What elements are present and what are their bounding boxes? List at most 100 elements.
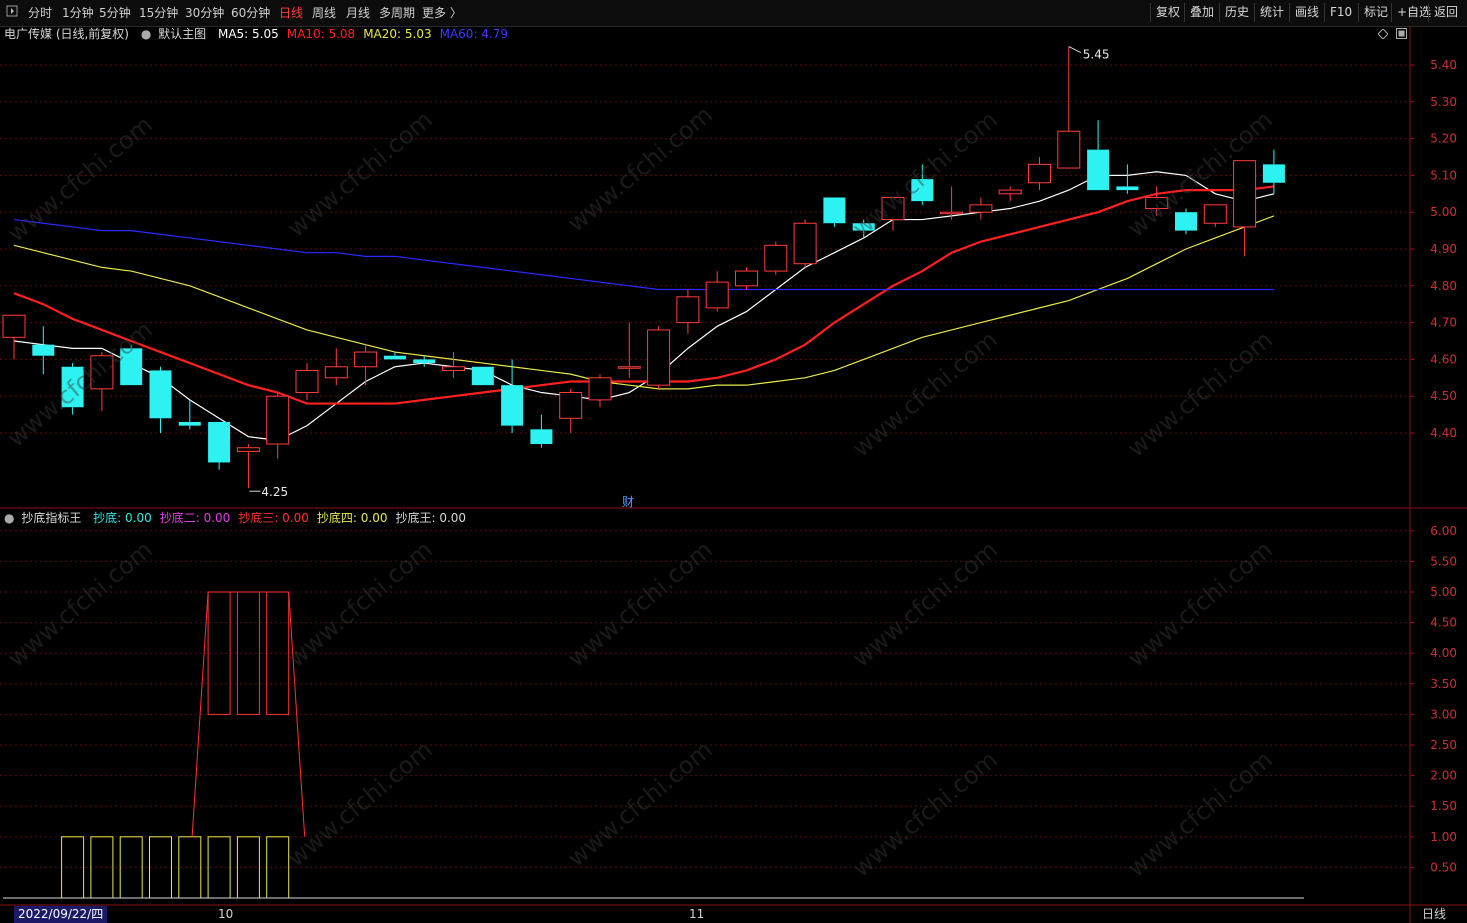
candle-body bbox=[764, 244, 788, 272]
candle bbox=[208, 421, 231, 470]
main-tick-label: 4.60 bbox=[1430, 352, 1457, 366]
candle-body bbox=[1028, 163, 1051, 184]
candle bbox=[2, 314, 26, 360]
candle bbox=[823, 197, 846, 227]
candle bbox=[90, 352, 114, 411]
candle bbox=[647, 326, 671, 389]
indicator-tick-label: 6.00 bbox=[1430, 524, 1457, 538]
candle bbox=[998, 186, 1022, 202]
main-tick-label: 4.80 bbox=[1430, 279, 1457, 293]
month-label-nov: 11 bbox=[689, 907, 705, 921]
candle-body bbox=[178, 421, 201, 426]
candle bbox=[559, 388, 583, 433]
main-tick-label: 4.50 bbox=[1430, 389, 1457, 403]
candle bbox=[881, 196, 905, 231]
finance-marker: 财 bbox=[622, 495, 634, 509]
candle bbox=[266, 392, 290, 459]
candle-body bbox=[940, 211, 964, 215]
candle-body bbox=[295, 369, 319, 394]
indicator-tick-label: 5.00 bbox=[1430, 585, 1457, 599]
candle bbox=[530, 414, 553, 448]
candle bbox=[735, 267, 758, 290]
candle bbox=[120, 344, 143, 386]
candle bbox=[236, 444, 260, 489]
candle-body bbox=[208, 421, 231, 463]
candle bbox=[1233, 160, 1257, 257]
candle-body bbox=[471, 366, 494, 386]
candle-body bbox=[530, 429, 553, 445]
indicator-tick-label: 4.50 bbox=[1430, 616, 1457, 630]
candle-body bbox=[588, 377, 612, 401]
indicator-tick-label: 2.00 bbox=[1430, 769, 1457, 783]
indicator-tick-label: 3.00 bbox=[1430, 707, 1457, 721]
candle-body bbox=[120, 348, 143, 386]
candle-body bbox=[735, 270, 758, 287]
candle-body bbox=[32, 344, 55, 356]
candle bbox=[1028, 157, 1051, 191]
main-tick-label: 5.20 bbox=[1430, 132, 1457, 146]
candle-body bbox=[413, 359, 436, 364]
main-tick-label: 4.40 bbox=[1430, 426, 1457, 440]
candle-body bbox=[998, 189, 1022, 195]
candle bbox=[471, 366, 494, 386]
candle bbox=[413, 355, 436, 367]
indicator-tick-label: 2.50 bbox=[1430, 738, 1457, 752]
main-tick-label: 5.40 bbox=[1430, 58, 1457, 72]
ma-line-ma5 bbox=[13, 171, 1275, 441]
candle-body bbox=[61, 366, 84, 408]
candle-body bbox=[647, 329, 671, 386]
main-tick-label: 4.70 bbox=[1430, 316, 1457, 330]
candle-body bbox=[852, 223, 875, 231]
candle-body bbox=[969, 204, 993, 213]
candle-body bbox=[1233, 160, 1257, 228]
candle-body bbox=[676, 296, 700, 324]
candle-body bbox=[1175, 212, 1197, 231]
candle-body bbox=[1262, 164, 1285, 183]
candle-body bbox=[705, 281, 729, 309]
candle bbox=[501, 359, 524, 433]
candle bbox=[1175, 208, 1197, 235]
indicator-bar-yellow bbox=[178, 836, 202, 899]
candle-body bbox=[793, 222, 817, 265]
high-price-label: 5.45 bbox=[1083, 48, 1110, 62]
indicator-tick-label: 4.00 bbox=[1430, 646, 1457, 660]
candle bbox=[852, 219, 875, 238]
candle bbox=[1087, 120, 1110, 191]
ma-line-ma60 bbox=[13, 218, 1274, 291]
candle-body bbox=[1057, 130, 1081, 169]
candle bbox=[617, 322, 641, 378]
candle-body bbox=[823, 197, 846, 224]
main-tick-label: 5.00 bbox=[1430, 205, 1457, 219]
candle-body bbox=[266, 395, 290, 445]
candle bbox=[793, 219, 817, 268]
month-label-oct: 10 bbox=[218, 907, 234, 921]
main-tick-label: 5.10 bbox=[1430, 168, 1457, 182]
candle bbox=[442, 352, 465, 378]
indicator-tick-label: 5.50 bbox=[1430, 554, 1457, 568]
candle bbox=[969, 197, 993, 220]
candle bbox=[61, 363, 84, 415]
candle bbox=[1203, 204, 1227, 227]
candle bbox=[1116, 164, 1139, 194]
low-price-label: 4.25 bbox=[261, 485, 288, 499]
candle-body bbox=[90, 355, 114, 390]
indicator-tick-label: 1.00 bbox=[1430, 830, 1457, 844]
main-tick-label: 5.30 bbox=[1430, 95, 1457, 109]
candle-body bbox=[383, 355, 406, 360]
period-label[interactable]: 日线 bbox=[1422, 906, 1446, 923]
candle-body bbox=[324, 366, 348, 379]
candle bbox=[32, 326, 55, 375]
candle bbox=[354, 344, 378, 386]
indicator-tick-label: 0.50 bbox=[1430, 860, 1457, 874]
candle-body bbox=[617, 366, 641, 369]
candle bbox=[676, 289, 700, 334]
candle-body bbox=[881, 196, 905, 221]
candle bbox=[1145, 186, 1169, 216]
candle bbox=[588, 374, 612, 408]
date-cursor-label: 2022/09/22/四 bbox=[14, 906, 108, 923]
main-tick-label: 4.90 bbox=[1430, 242, 1457, 256]
indicator-tick-label: 3.50 bbox=[1430, 677, 1457, 691]
candle-body bbox=[1087, 149, 1110, 191]
candle-body bbox=[1145, 196, 1169, 210]
candle-body bbox=[911, 179, 934, 202]
